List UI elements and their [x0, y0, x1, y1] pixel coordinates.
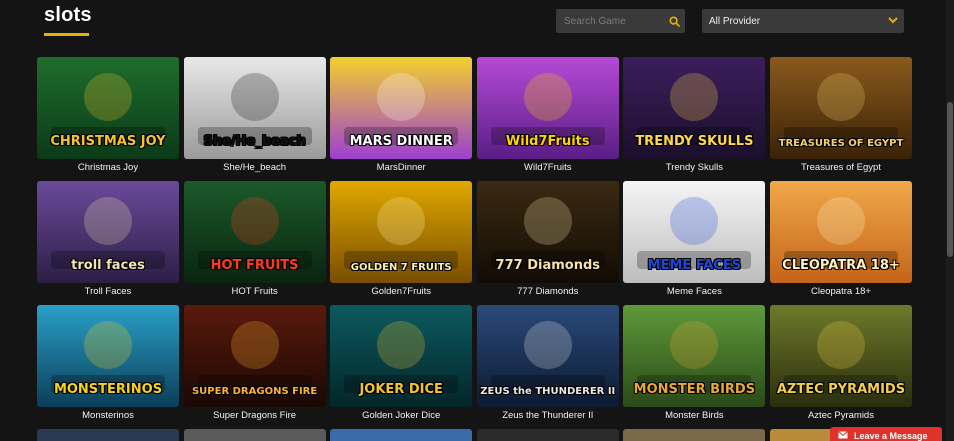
game-logo-text: MONSTERINOS: [53, 382, 163, 397]
game-tile[interactable]: CLEOPATRA 18+ Cleopatra 18+: [769, 181, 912, 305]
game-title[interactable]: Treasures of Egypt: [770, 161, 912, 175]
game-logo-text: JOKER DICE: [359, 382, 443, 397]
chevron-down-icon: [888, 16, 898, 27]
game-tile[interactable]: MEME FACES Meme Faces: [623, 181, 766, 305]
game-tile[interactable]: 777 Diamonds 777 Diamonds: [476, 181, 619, 305]
game-thumbnail[interactable]: MONSTERINOS: [37, 305, 179, 407]
game-tile[interactable]: JOKER DICE Golden Joker Dice: [330, 305, 473, 429]
game-tile[interactable]: HOT FRUITS HOT Fruits: [183, 181, 326, 305]
game-tile[interactable]: TRENDY SKULLS Trendy Skulls: [623, 57, 766, 181]
game-logo-text: AZTEC PYRAMIDS: [776, 382, 906, 397]
page: slots All Provider CHRISTMAS JOY Christma…: [0, 0, 954, 441]
game-logo-text: GOLDEN 7 FRUITS: [350, 262, 452, 273]
leave-message-button[interactable]: Leave a Message: [830, 427, 942, 441]
search-box: [556, 9, 685, 33]
scrollbar-thumb[interactable]: [947, 102, 953, 257]
game-tile[interactable]: MARS DINNER MarsDinner: [330, 57, 473, 181]
scrollbar[interactable]: [946, 0, 954, 441]
game-title[interactable]: Meme Faces: [623, 285, 765, 299]
game-title[interactable]: Super Dragons Fire: [184, 409, 326, 423]
game-tile-partial[interactable]: [183, 429, 326, 441]
game-thumbnail[interactable]: Wild7Fruits: [476, 57, 619, 159]
game-tile[interactable]: SUPER DRAGONS FIRE Super Dragons Fire: [183, 305, 326, 429]
game-thumbnail[interactable]: MEME FACES: [623, 181, 766, 283]
leave-message-label: Leave a Message: [854, 431, 928, 441]
game-logo-text: TRENDY SKULLS: [635, 134, 754, 149]
game-thumbnail[interactable]: MONSTER BIRDS: [623, 305, 766, 407]
game-logo-text: MONSTER BIRDS: [633, 382, 756, 397]
game-thumbnail[interactable]: MARS DINNER: [330, 57, 473, 159]
game-title[interactable]: 777 Diamonds: [477, 285, 619, 299]
game-thumbnail[interactable]: JOKER DICE: [330, 305, 473, 407]
game-logo-text: MEME FACES: [647, 258, 742, 273]
game-grid: CHRISTMAS JOY Christmas Joy She/He_beach Sh…: [37, 57, 912, 429]
provider-select[interactable]: All Provider: [702, 9, 904, 33]
game-thumbnail[interactable]: CHRISTMAS JOY: [37, 57, 179, 159]
game-tile[interactable]: MONSTER BIRDS Monster Birds: [623, 305, 766, 429]
game-thumbnail[interactable]: HOT FRUITS: [183, 181, 326, 283]
game-logo-text: CHRISTMAS JOY: [50, 134, 166, 149]
game-logo-text: TREASURES OF EGYPT: [778, 138, 904, 149]
game-title[interactable]: Golden Joker Dice: [330, 409, 472, 423]
game-thumbnail[interactable]: She/He_beach: [183, 57, 326, 159]
game-thumbnail[interactable]: TRENDY SKULLS: [623, 57, 766, 159]
game-title[interactable]: Cleopatra 18+: [770, 285, 912, 299]
page-title: slots: [44, 4, 92, 26]
game-title[interactable]: HOT Fruits: [184, 285, 326, 299]
game-tile[interactable]: AZTEC PYRAMIDS Aztec Pyramids: [769, 305, 912, 429]
game-tile[interactable]: troll faces Troll Faces: [37, 181, 179, 305]
game-logo-text: HOT FRUITS: [210, 258, 299, 273]
game-thumbnail[interactable]: ZEUS the THUNDERER II: [476, 305, 619, 407]
game-tile[interactable]: ZEUS the THUNDERER II Zeus the Thunderer …: [476, 305, 619, 429]
game-title[interactable]: Aztec Pyramids: [770, 409, 912, 423]
game-tile[interactable]: CHRISTMAS JOY Christmas Joy: [37, 57, 179, 181]
game-title[interactable]: Wild7Fruits: [477, 161, 619, 175]
game-thumbnail[interactable]: troll faces: [37, 181, 179, 283]
game-logo-text: SUPER DRAGONS FIRE: [191, 386, 318, 397]
game-tile-partial[interactable]: [37, 429, 179, 441]
game-title[interactable]: Monster Birds: [623, 409, 765, 423]
game-logo-text: ZEUS the THUNDERER II: [480, 386, 616, 397]
game-thumbnail[interactable]: CLEOPATRA 18+: [769, 181, 912, 283]
game-title[interactable]: Zeus the Thunderer II: [477, 409, 619, 423]
game-title[interactable]: Monsterinos: [37, 409, 179, 423]
game-tile[interactable]: Wild7Fruits Wild7Fruits: [476, 57, 619, 181]
search-input[interactable]: [556, 9, 663, 33]
provider-select-value: All Provider: [709, 15, 761, 27]
game-logo-text: She/He_beach: [203, 134, 306, 149]
game-tile[interactable]: She/He_beach She/He_beach: [183, 57, 326, 181]
game-tile[interactable]: MONSTERINOS Monsterinos: [37, 305, 179, 429]
game-title[interactable]: Christmas Joy: [37, 161, 179, 175]
title-underline: [44, 33, 89, 36]
search-icon[interactable]: [663, 15, 685, 27]
game-tile-partial[interactable]: [476, 429, 619, 441]
game-logo-text: CLEOPATRA 18+: [782, 258, 900, 273]
game-logo-text: troll faces: [71, 258, 145, 273]
game-tile-partial[interactable]: [623, 429, 766, 441]
game-logo-text: MARS DINNER: [349, 134, 453, 149]
game-grid-next-row: [37, 429, 912, 441]
game-tile[interactable]: TREASURES OF EGYPT Treasures of Egypt: [769, 57, 912, 181]
game-tile-partial[interactable]: [330, 429, 473, 441]
mail-icon: [838, 431, 848, 441]
game-thumbnail[interactable]: 777 Diamonds: [476, 181, 619, 283]
game-title[interactable]: Trendy Skulls: [623, 161, 765, 175]
game-title[interactable]: MarsDinner: [330, 161, 472, 175]
game-thumbnail[interactable]: TREASURES OF EGYPT: [769, 57, 912, 159]
game-thumbnail[interactable]: GOLDEN 7 FRUITS: [330, 181, 473, 283]
game-logo-text: 777 Diamonds: [495, 258, 601, 273]
game-title[interactable]: She/He_beach: [184, 161, 326, 175]
game-thumbnail[interactable]: SUPER DRAGONS FIRE: [183, 305, 326, 407]
game-tile[interactable]: GOLDEN 7 FRUITS Golden7Fruits: [330, 181, 473, 305]
game-thumbnail[interactable]: AZTEC PYRAMIDS: [769, 305, 912, 407]
game-logo-text: Wild7Fruits: [505, 134, 590, 149]
game-title[interactable]: Golden7Fruits: [330, 285, 472, 299]
game-title[interactable]: Troll Faces: [37, 285, 179, 299]
